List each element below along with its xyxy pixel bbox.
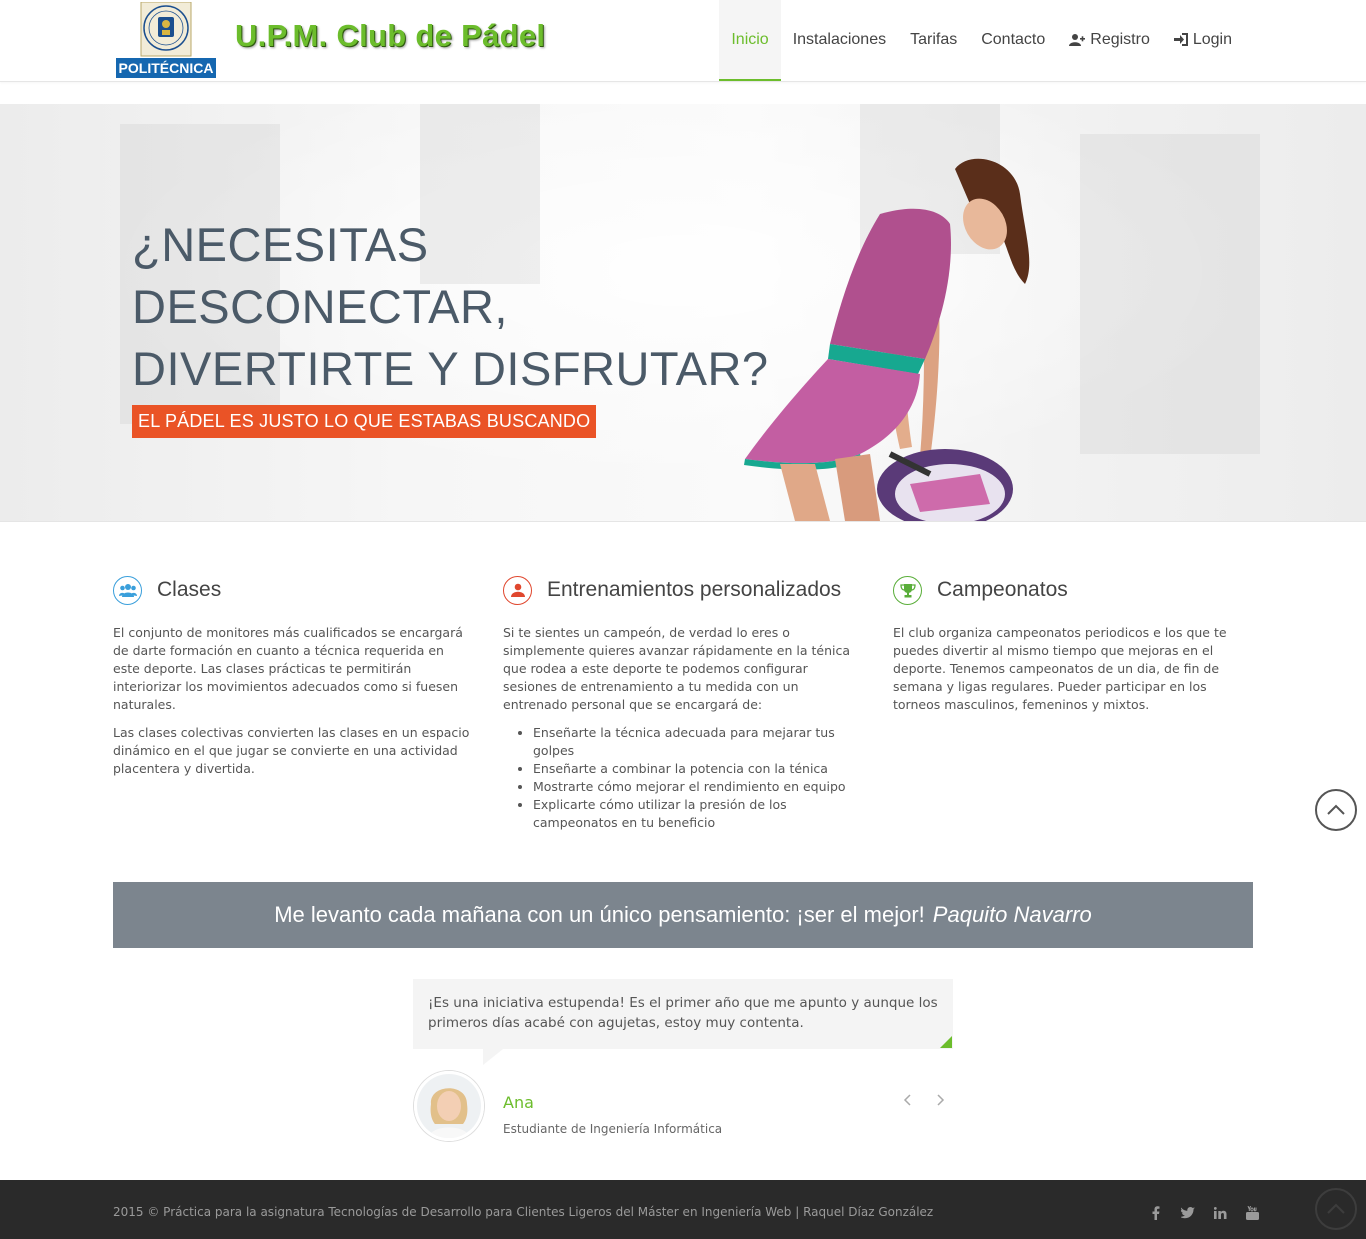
user-plus-icon [1069, 34, 1086, 46]
nav-instalaciones[interactable]: Instalaciones [781, 0, 898, 79]
facebook-icon[interactable] [1140, 1204, 1172, 1222]
testimonial-next-button[interactable] [932, 1092, 948, 1112]
bubble-tail [483, 1049, 503, 1065]
scroll-top-button-footer[interactable] [1315, 1188, 1357, 1230]
padel-player-image [744, 158, 1030, 521]
linkedin-icon[interactable] [1204, 1204, 1236, 1222]
nav-tarifas[interactable]: Tarifas [898, 0, 969, 79]
site-title[interactable]: U.P.M. Club de Pádel [235, 18, 545, 54]
hero-title-line2: DIVERTIRTE Y DISFRUTAR? [132, 342, 769, 395]
feature-entrenamientos: Entrenamientos personalizados Si te sien… [503, 574, 863, 832]
list-item: Enseñarte la técnica adecuada para mejar… [533, 724, 863, 760]
feature-clases: Clases El conjunto de monitores más cual… [113, 574, 473, 788]
nav-label: Tarifas [910, 30, 958, 48]
nav-contacto[interactable]: Contacto [969, 0, 1057, 79]
sign-in-icon [1173, 33, 1188, 46]
nav-label: Login [1192, 30, 1232, 48]
quote-author: Paquito Navarro [932, 902, 1092, 927]
quote-text: Me levanto cada mañana con un único pens… [274, 902, 925, 927]
testimonial-role: Estudiante de Ingeniería Informática [503, 1122, 723, 1136]
testimonial-prev-button[interactable] [900, 1092, 916, 1112]
nav-menu: Inicio Instalaciones Tarifas Contacto Re… [719, 0, 1244, 81]
list-item: Explicarte cómo utilizar la presión de l… [533, 796, 863, 832]
youtube-icon[interactable] [1236, 1204, 1268, 1222]
scroll-top-button[interactable] [1315, 789, 1357, 831]
twitter-icon[interactable] [1172, 1204, 1204, 1222]
nav-login[interactable]: Login [1162, 0, 1244, 79]
feature-title: Clases [157, 578, 222, 601]
list-item: Enseñarte a combinar la potencia con la … [533, 760, 863, 778]
quote-banner: Me levanto cada mañana con un único pens… [113, 882, 1253, 948]
avatar [414, 1071, 484, 1141]
feature-paragraph: El conjunto de monitores más cualificado… [113, 625, 463, 712]
footer: 2015 © Práctica para la asignatura Tecno… [0, 1180, 1366, 1239]
user-icon [503, 575, 532, 605]
bubble-corner-accent [940, 1036, 952, 1048]
nav-label: Registro [1090, 30, 1150, 48]
trophy-icon [893, 575, 922, 605]
testimonial-text: ¡Es una iniciativa estupenda! Es el prim… [413, 979, 953, 1049]
feature-list: Enseñarte la técnica adecuada para mejar… [503, 724, 863, 832]
feature-campeonatos: Campeonatos El club organiza campeonatos… [893, 574, 1253, 724]
nav-label: Instalaciones [792, 30, 887, 48]
footer-copyright: 2015 © Práctica para la asignatura Tecno… [113, 1205, 934, 1219]
chevron-up-icon [1327, 804, 1345, 815]
footer-social-links [1140, 1204, 1268, 1222]
chevron-right-icon [937, 1094, 945, 1106]
nav-label: Contacto [981, 30, 1046, 48]
chevron-left-icon [903, 1094, 911, 1106]
hero-badge: EL PÁDEL ES JUSTO LO QUE ESTABAS BUSCAND… [132, 405, 597, 438]
hero-title-line1: ¿NECESITAS DESCONECTAR, [132, 218, 508, 333]
nav-registro[interactable]: Registro [1057, 0, 1162, 79]
testimonial-name: Ana [503, 1093, 534, 1112]
navbar: POLITÉCNICA U.P.M. Club de Pádel Inicio … [0, 0, 1366, 82]
feature-paragraph: Las clases colectivas convierten las cla… [113, 725, 470, 776]
nav-inicio[interactable]: Inicio [719, 0, 781, 81]
feature-title: Campeonatos [937, 578, 1068, 601]
chevron-up-icon [1327, 1203, 1345, 1214]
feature-paragraph: El club organiza campeonatos periodicos … [893, 625, 1227, 712]
feature-paragraph: Si te sientes un campeón, de verdad lo e… [503, 625, 851, 712]
hero-banner: ¿NECESITAS DESCONECTAR, DIVERTIRTE Y DIS… [0, 104, 1366, 522]
list-item: Mostrarte cómo mejorar el rendimiento en… [533, 778, 863, 796]
hero-title: ¿NECESITAS DESCONECTAR, DIVERTIRTE Y DIS… [132, 214, 772, 400]
nav-label: Inicio [731, 30, 769, 48]
feature-title: Entrenamientos personalizados [547, 578, 842, 601]
users-icon [113, 575, 142, 605]
logo-caption: POLITÉCNICA [119, 60, 214, 76]
upm-logo[interactable]: POLITÉCNICA [116, 1, 216, 78]
